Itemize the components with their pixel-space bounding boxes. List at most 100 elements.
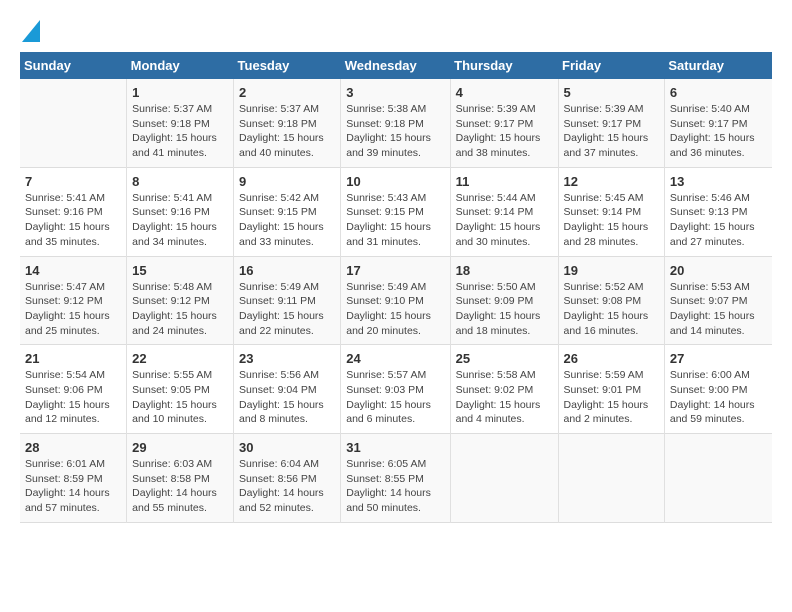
day-info: Sunrise: 5:39 AM Sunset: 9:17 PM Dayligh…	[456, 102, 553, 161]
day-info: Sunrise: 6:03 AM Sunset: 8:58 PM Dayligh…	[132, 457, 228, 516]
page-header	[20, 20, 772, 42]
calendar-cell	[558, 434, 664, 523]
calendar-cell: 2 Sunrise: 5:37 AM Sunset: 9:18 PM Daylig…	[234, 79, 341, 167]
calendar-cell: 22 Sunrise: 5:55 AM Sunset: 9:05 PM Dayli…	[127, 345, 234, 434]
calendar-cell: 23 Sunrise: 5:56 AM Sunset: 9:04 PM Dayli…	[234, 345, 341, 434]
calendar-cell: 14Sunrise: 5:47 AM Sunset: 9:12 PM Dayli…	[20, 256, 127, 345]
column-header-sunday: Sunday	[20, 52, 127, 79]
day-info: Sunrise: 5:45 AM Sunset: 9:14 PM Dayligh…	[564, 191, 659, 250]
calendar-cell: 21 Sunrise: 5:54 AM Sunset: 9:06 PM Dayli…	[20, 345, 127, 434]
week-row-5: 28 Sunrise: 6:01 AM Sunset: 8:59 PM Dayli…	[20, 434, 772, 523]
day-info: Sunrise: 5:55 AM Sunset: 9:05 PM Dayligh…	[132, 368, 228, 427]
calendar-cell: 20Sunrise: 5:53 AM Sunset: 9:07 PM Dayli…	[664, 256, 772, 345]
calendar-cell: 4 Sunrise: 5:39 AM Sunset: 9:17 PM Daylig…	[450, 79, 558, 167]
day-number: 15	[132, 263, 228, 278]
calendar-cell: 24 Sunrise: 5:57 AM Sunset: 9:03 PM Dayli…	[341, 345, 450, 434]
day-info: Sunrise: 5:38 AM Sunset: 9:18 PM Dayligh…	[346, 102, 444, 161]
column-header-row: SundayMondayTuesdayWednesdayThursdayFrid…	[20, 52, 772, 79]
calendar-cell: 7 Sunrise: 5:41 AM Sunset: 9:16 PM Daylig…	[20, 167, 127, 256]
calendar-cell: 9Sunrise: 5:42 AM Sunset: 9:15 PM Daylig…	[234, 167, 341, 256]
column-header-tuesday: Tuesday	[234, 52, 341, 79]
day-number: 13	[670, 174, 767, 189]
column-header-wednesday: Wednesday	[341, 52, 450, 79]
day-number: 23	[239, 351, 335, 366]
day-info: Sunrise: 6:05 AM Sunset: 8:55 PM Dayligh…	[346, 457, 444, 516]
day-number: 26	[564, 351, 659, 366]
week-row-3: 14Sunrise: 5:47 AM Sunset: 9:12 PM Dayli…	[20, 256, 772, 345]
day-info: Sunrise: 5:43 AM Sunset: 9:15 PM Dayligh…	[346, 191, 444, 250]
day-info: Sunrise: 6:01 AM Sunset: 8:59 PM Dayligh…	[25, 457, 121, 516]
day-info: Sunrise: 5:52 AM Sunset: 9:08 PM Dayligh…	[564, 280, 659, 339]
day-number: 12	[564, 174, 659, 189]
day-info: Sunrise: 5:54 AM Sunset: 9:06 PM Dayligh…	[25, 368, 121, 427]
day-info: Sunrise: 5:46 AM Sunset: 9:13 PM Dayligh…	[670, 191, 767, 250]
column-header-thursday: Thursday	[450, 52, 558, 79]
day-info: Sunrise: 5:37 AM Sunset: 9:18 PM Dayligh…	[132, 102, 228, 161]
day-number: 10	[346, 174, 444, 189]
day-info: Sunrise: 5:53 AM Sunset: 9:07 PM Dayligh…	[670, 280, 767, 339]
calendar-cell: 17 Sunrise: 5:49 AM Sunset: 9:10 PM Dayli…	[341, 256, 450, 345]
calendar-cell: 10 Sunrise: 5:43 AM Sunset: 9:15 PM Dayli…	[341, 167, 450, 256]
day-number: 27	[670, 351, 767, 366]
day-number: 24	[346, 351, 444, 366]
day-info: Sunrise: 5:37 AM Sunset: 9:18 PM Dayligh…	[239, 102, 335, 161]
calendar-cell: 25 Sunrise: 5:58 AM Sunset: 9:02 PM Dayli…	[450, 345, 558, 434]
day-number: 1	[132, 85, 228, 100]
day-number: 30	[239, 440, 335, 455]
day-number: 11	[456, 174, 553, 189]
calendar-cell: 29 Sunrise: 6:03 AM Sunset: 8:58 PM Dayli…	[127, 434, 234, 523]
calendar-cell: 19 Sunrise: 5:52 AM Sunset: 9:08 PM Dayli…	[558, 256, 664, 345]
day-number: 5	[564, 85, 659, 100]
day-number: 28	[25, 440, 121, 455]
calendar-table: SundayMondayTuesdayWednesdayThursdayFrid…	[20, 52, 772, 523]
day-number: 25	[456, 351, 553, 366]
day-number: 19	[564, 263, 659, 278]
calendar-cell: 30Sunrise: 6:04 AM Sunset: 8:56 PM Dayli…	[234, 434, 341, 523]
day-info: Sunrise: 5:41 AM Sunset: 9:16 PM Dayligh…	[132, 191, 228, 250]
calendar-cell: 13 Sunrise: 5:46 AM Sunset: 9:13 PM Dayli…	[664, 167, 772, 256]
day-number: 9	[239, 174, 335, 189]
logo	[20, 20, 40, 42]
calendar-cell	[20, 79, 127, 167]
calendar-cell: 27 Sunrise: 6:00 AM Sunset: 9:00 PM Dayli…	[664, 345, 772, 434]
day-info: Sunrise: 5:57 AM Sunset: 9:03 PM Dayligh…	[346, 368, 444, 427]
calendar-cell: 26 Sunrise: 5:59 AM Sunset: 9:01 PM Dayli…	[558, 345, 664, 434]
day-info: Sunrise: 5:49 AM Sunset: 9:10 PM Dayligh…	[346, 280, 444, 339]
day-info: Sunrise: 5:58 AM Sunset: 9:02 PM Dayligh…	[456, 368, 553, 427]
day-number: 29	[132, 440, 228, 455]
day-number: 6	[670, 85, 767, 100]
day-number: 17	[346, 263, 444, 278]
calendar-cell: 8 Sunrise: 5:41 AM Sunset: 9:16 PM Daylig…	[127, 167, 234, 256]
day-number: 31	[346, 440, 444, 455]
calendar-cell: 12 Sunrise: 5:45 AM Sunset: 9:14 PM Dayli…	[558, 167, 664, 256]
calendar-cell	[450, 434, 558, 523]
calendar-cell	[664, 434, 772, 523]
calendar-cell: 5 Sunrise: 5:39 AM Sunset: 9:17 PM Daylig…	[558, 79, 664, 167]
day-number: 16	[239, 263, 335, 278]
day-info: Sunrise: 5:49 AM Sunset: 9:11 PM Dayligh…	[239, 280, 335, 339]
day-number: 3	[346, 85, 444, 100]
day-info: Sunrise: 6:00 AM Sunset: 9:00 PM Dayligh…	[670, 368, 767, 427]
day-info: Sunrise: 5:39 AM Sunset: 9:17 PM Dayligh…	[564, 102, 659, 161]
day-info: Sunrise: 5:41 AM Sunset: 9:16 PM Dayligh…	[25, 191, 121, 250]
column-header-saturday: Saturday	[664, 52, 772, 79]
day-number: 7	[25, 174, 121, 189]
day-info: Sunrise: 5:56 AM Sunset: 9:04 PM Dayligh…	[239, 368, 335, 427]
calendar-cell: 28 Sunrise: 6:01 AM Sunset: 8:59 PM Dayli…	[20, 434, 127, 523]
day-number: 21	[25, 351, 121, 366]
day-info: Sunrise: 5:59 AM Sunset: 9:01 PM Dayligh…	[564, 368, 659, 427]
column-header-monday: Monday	[127, 52, 234, 79]
day-info: Sunrise: 5:48 AM Sunset: 9:12 PM Dayligh…	[132, 280, 228, 339]
day-number: 4	[456, 85, 553, 100]
calendar-cell: 15 Sunrise: 5:48 AM Sunset: 9:12 PM Dayli…	[127, 256, 234, 345]
day-info: Sunrise: 5:50 AM Sunset: 9:09 PM Dayligh…	[456, 280, 553, 339]
day-number: 18	[456, 263, 553, 278]
column-header-friday: Friday	[558, 52, 664, 79]
day-number: 22	[132, 351, 228, 366]
calendar-cell: 16 Sunrise: 5:49 AM Sunset: 9:11 PM Dayli…	[234, 256, 341, 345]
day-number: 2	[239, 85, 335, 100]
day-number: 8	[132, 174, 228, 189]
calendar-cell: 1 Sunrise: 5:37 AM Sunset: 9:18 PM Daylig…	[127, 79, 234, 167]
calendar-cell: 3 Sunrise: 5:38 AM Sunset: 9:18 PM Daylig…	[341, 79, 450, 167]
week-row-2: 7 Sunrise: 5:41 AM Sunset: 9:16 PM Daylig…	[20, 167, 772, 256]
